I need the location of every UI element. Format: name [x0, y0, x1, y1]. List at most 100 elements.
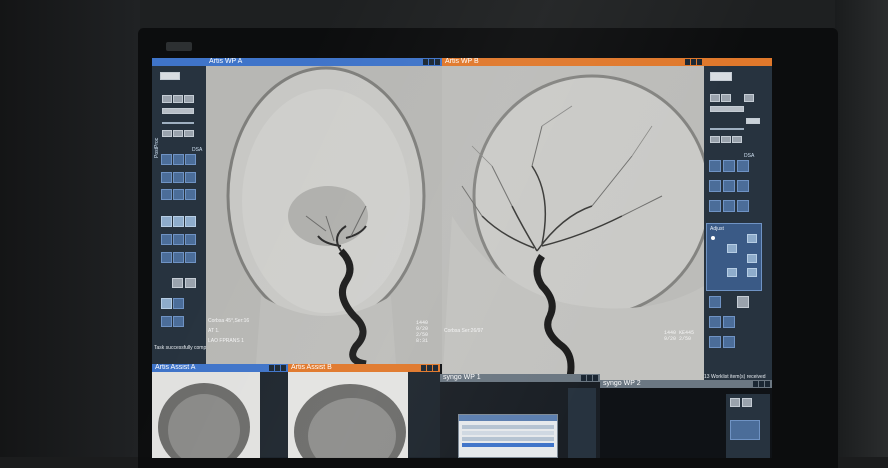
layout-button-3[interactable]: [161, 298, 172, 309]
layout-button-2[interactable]: [185, 278, 196, 288]
syngo-wp1-window-icons[interactable]: [581, 375, 598, 381]
layout-button-1[interactable]: [172, 278, 183, 288]
adjust-radio[interactable]: [711, 236, 715, 240]
syngo-wp2-side-tools: [726, 394, 770, 458]
window-slider[interactable]: [162, 122, 194, 124]
right-toolbar-4[interactable]: [710, 136, 720, 143]
toolbar-button-6[interactable]: [184, 130, 194, 137]
syngo-wp1-title: syngo WP 1: [440, 374, 600, 382]
dsa-tool-5[interactable]: [173, 172, 184, 183]
right-layout-2[interactable]: [737, 296, 749, 308]
adjust-button-5[interactable]: [747, 268, 757, 277]
right-toolbar-3[interactable]: [744, 94, 754, 102]
right-dsa-tool-7[interactable]: [709, 200, 721, 212]
layout-button-6[interactable]: [173, 316, 184, 327]
right-layout-6[interactable]: [723, 336, 735, 348]
right-dsa-tool-6[interactable]: [737, 180, 749, 192]
viewer-wp-a[interactable]: Artis WP A Corbsa 45°,Ser:16 AT 1. LAO F…: [206, 58, 442, 364]
wp-b-overlay-left: Corbsa Ser:26/97: [444, 328, 484, 334]
folder-icon[interactable]: [160, 72, 180, 80]
list-row-2[interactable]: [462, 431, 554, 435]
wp-a-overlay-1: Corbsa 45°,Ser:16: [208, 318, 250, 324]
measure-tool-4[interactable]: [161, 234, 172, 245]
viewer-wp-b[interactable]: Artis WP B Corbsa Ser:26/97 1440 KE445 9…: [442, 58, 704, 388]
toolbar-button-4[interactable]: [162, 130, 172, 137]
right-dsa-tool-3[interactable]: [737, 160, 749, 172]
dsa-tool-4[interactable]: [161, 172, 172, 183]
adjust-label: Adjust: [710, 226, 724, 232]
right-toolbar-small[interactable]: [746, 118, 760, 124]
toolbar-button-3[interactable]: [184, 95, 194, 103]
assist-a-window-icons[interactable]: [269, 365, 286, 371]
wp2-tool-2[interactable]: [742, 398, 752, 407]
right-dsa-tool-2[interactable]: [723, 160, 735, 172]
dsa-tool-9[interactable]: [185, 189, 196, 200]
adjust-button-2[interactable]: [727, 244, 737, 253]
right-layout-4[interactable]: [723, 316, 735, 328]
dsa-tool-2[interactable]: [173, 154, 184, 165]
right-dsa-tool-9[interactable]: [737, 200, 749, 212]
right-dsa-tool-1[interactable]: [709, 160, 721, 172]
wp-b-title: Artis WP B: [442, 58, 704, 66]
right-window-slider[interactable]: [710, 128, 744, 130]
measure-tool-9[interactable]: [185, 252, 196, 263]
monitor-screen: PostProc DSA Task successfully complete.…: [152, 58, 772, 458]
assist-a-side-info: [260, 372, 288, 458]
measure-tool-1[interactable]: [161, 216, 172, 227]
assist-b-title: Artis Assist B: [288, 364, 440, 372]
right-dsa-tool-8[interactable]: [723, 200, 735, 212]
layout-button-4[interactable]: [173, 298, 184, 309]
room-wall-top: [140, 0, 835, 28]
room-wall-left: [0, 0, 140, 457]
adjust-button-4[interactable]: [727, 268, 737, 277]
toolbar-field[interactable]: [162, 108, 194, 114]
wp2-tool-1[interactable]: [730, 398, 740, 407]
patient-list-dialog[interactable]: [458, 414, 558, 458]
layout-button-5[interactable]: [161, 316, 172, 327]
syngo-wp-1[interactable]: syngo WP 1: [440, 374, 600, 458]
measure-tool-3[interactable]: [185, 216, 196, 227]
measure-tool-6[interactable]: [185, 234, 196, 245]
right-sidebar: DSA Adjust 13 Worklist item(s) received: [704, 58, 772, 388]
viewer-assist-a[interactable]: Artis Assist A: [152, 364, 288, 458]
measure-tool-2[interactable]: [173, 216, 184, 227]
measure-tool-8[interactable]: [173, 252, 184, 263]
viewer-assist-b[interactable]: Artis Assist B: [288, 364, 440, 458]
toolbar-button-1[interactable]: [162, 95, 172, 103]
right-toolbar-1[interactable]: [710, 94, 720, 102]
dsa-tool-8[interactable]: [173, 189, 184, 200]
dsa-tool-1[interactable]: [161, 154, 172, 165]
wp2-tool-3[interactable]: [730, 420, 760, 440]
syngo-wp-2[interactable]: syngo WP 2: [600, 380, 772, 458]
adjust-button-1[interactable]: [747, 234, 757, 243]
syngo-wp1-side-tools: [568, 388, 596, 458]
dsa-tool-6[interactable]: [185, 172, 196, 183]
list-row-1[interactable]: [462, 425, 554, 429]
wp-a-window-icons[interactable]: [423, 59, 440, 65]
list-row-3[interactable]: [462, 437, 554, 441]
toolbar-button-2[interactable]: [173, 95, 183, 103]
adjust-button-3[interactable]: [747, 254, 757, 263]
right-toolbar-field[interactable]: [710, 106, 744, 112]
assist-b-window-icons[interactable]: [421, 365, 438, 371]
right-toolbar-6[interactable]: [732, 136, 742, 143]
right-layout-1[interactable]: [709, 296, 721, 308]
adjust-panel: Adjust: [706, 223, 762, 291]
folder-icon-right[interactable]: [710, 72, 732, 81]
wp-b-window-icons[interactable]: [685, 59, 702, 65]
right-layout-5[interactable]: [709, 336, 721, 348]
dsa-tool-3[interactable]: [185, 154, 196, 165]
list-row-selected[interactable]: [462, 443, 554, 447]
dsa-tool-7[interactable]: [161, 189, 172, 200]
right-toolbar-2[interactable]: [721, 94, 731, 102]
toolbar-button-5[interactable]: [173, 130, 183, 137]
right-dsa-tool-4[interactable]: [709, 180, 721, 192]
dsa-label: DSA: [192, 147, 203, 153]
right-layout-3[interactable]: [709, 316, 721, 328]
right-dsa-label: DSA: [744, 153, 755, 159]
measure-tool-5[interactable]: [173, 234, 184, 245]
measure-tool-7[interactable]: [161, 252, 172, 263]
syngo-wp2-window-icons[interactable]: [753, 381, 770, 387]
right-toolbar-5[interactable]: [721, 136, 731, 143]
right-dsa-tool-5[interactable]: [723, 180, 735, 192]
